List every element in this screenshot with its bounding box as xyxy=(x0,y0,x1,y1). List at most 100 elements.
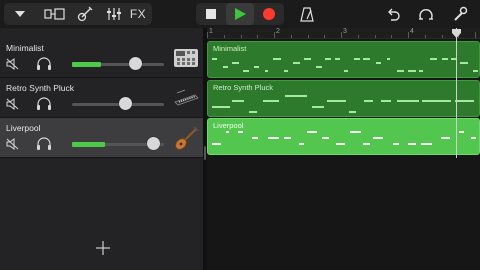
midi-note xyxy=(312,106,324,108)
midi-note xyxy=(454,100,474,102)
ruler-tick xyxy=(324,35,326,38)
midi-note xyxy=(267,137,280,139)
metronome-button[interactable] xyxy=(295,3,319,25)
track-header-minimalist[interactable]: Minimalist xyxy=(0,38,207,78)
level-meter xyxy=(72,62,102,67)
playhead-handle[interactable] xyxy=(451,28,462,39)
midi-note xyxy=(325,58,332,60)
mixer-button[interactable] xyxy=(102,3,126,25)
track-header-retro-synth-pluck[interactable]: Retro Synth Pluck xyxy=(0,78,207,118)
midi-note xyxy=(298,143,304,145)
midi-note xyxy=(232,100,245,102)
volume-knob[interactable] xyxy=(128,57,142,70)
guitar-icon xyxy=(77,6,93,22)
mute-speaker-icon[interactable] xyxy=(6,138,20,150)
midi-note xyxy=(349,111,357,113)
midi-note xyxy=(326,100,347,102)
headphones-icon[interactable] xyxy=(36,57,52,71)
play-button[interactable] xyxy=(226,3,254,25)
midi-note xyxy=(387,58,391,60)
undo-button[interactable] xyxy=(381,3,405,25)
mute-speaker-icon[interactable] xyxy=(6,58,20,70)
track-header-liverpool[interactable]: Liverpool xyxy=(0,118,207,158)
midi-note xyxy=(336,143,345,145)
midi-note xyxy=(418,70,423,72)
record-icon xyxy=(263,8,275,20)
fx-button[interactable]: FX xyxy=(126,3,150,25)
midi-note xyxy=(283,70,289,72)
midi-note xyxy=(392,143,399,145)
loop-browser-button[interactable] xyxy=(414,3,438,25)
midi-note xyxy=(212,58,217,60)
ruler-tick xyxy=(357,35,359,38)
midi-note xyxy=(284,137,292,139)
track-name: Retro Synth Pluck xyxy=(6,83,75,93)
midi-note xyxy=(321,137,329,139)
midi-note xyxy=(441,58,448,60)
headphones-icon[interactable] xyxy=(36,137,52,151)
midi-note xyxy=(249,111,258,113)
timeline[interactable]: 1 2 3 4 Minimalist Retro Synth Pluck Liv… xyxy=(207,28,480,270)
midi-note xyxy=(264,70,268,72)
splitter-grip[interactable] xyxy=(204,146,206,160)
volume-knob[interactable] xyxy=(119,97,133,110)
region-minimalist[interactable]: Minimalist xyxy=(207,41,480,78)
ruler-tick xyxy=(475,32,476,38)
midi-note xyxy=(316,66,322,68)
level-meter xyxy=(72,142,106,147)
synth-icon[interactable] xyxy=(172,84,200,112)
ruler-bar-number: 3 xyxy=(343,28,347,35)
stop-icon xyxy=(206,9,216,19)
region-retro-synth-pluck[interactable]: Retro Synth Pluck xyxy=(207,80,480,117)
view-toggle-button[interactable] xyxy=(40,3,70,25)
midi-note xyxy=(421,143,433,145)
bass-guitar-icon[interactable] xyxy=(172,124,200,152)
region-label: Minimalist xyxy=(213,44,247,53)
headphones-icon[interactable] xyxy=(36,97,52,111)
wrench-icon xyxy=(454,6,468,21)
midi-note xyxy=(472,70,478,72)
midi-note xyxy=(223,66,229,68)
stop-button[interactable] xyxy=(198,3,224,25)
track-headers: Minimalist Retro Synth Pluck Liverpool xyxy=(0,28,207,270)
drum-machine-icon[interactable] xyxy=(172,44,200,72)
play-icon xyxy=(235,8,246,20)
midi-note xyxy=(212,106,230,108)
ruler-tick xyxy=(391,35,393,38)
midi-note xyxy=(262,100,279,102)
midi-note xyxy=(304,58,311,60)
mute-speaker-icon[interactable] xyxy=(6,98,20,110)
bar-ruler[interactable]: 1 2 3 4 xyxy=(207,28,480,39)
midi-note xyxy=(343,70,348,72)
track-name: Minimalist xyxy=(6,43,44,53)
volume-slider[interactable] xyxy=(72,137,164,150)
midi-note xyxy=(334,58,340,60)
midi-note xyxy=(293,62,301,64)
volume-slider[interactable] xyxy=(72,97,164,110)
chevron-down-icon xyxy=(15,11,25,17)
midi-note xyxy=(408,70,417,72)
midi-note xyxy=(429,58,438,60)
instrument-button[interactable] xyxy=(72,3,98,25)
dropdown-button[interactable] xyxy=(4,3,36,25)
mixer-sliders-icon xyxy=(107,8,121,20)
playhead-line[interactable] xyxy=(456,28,457,158)
volume-slider[interactable] xyxy=(72,57,164,70)
toolbar-left-group: FX xyxy=(4,3,152,25)
midi-note xyxy=(397,70,404,72)
region-label: Retro Synth Pluck xyxy=(213,83,274,92)
region-liverpool[interactable]: Liverpool xyxy=(207,118,480,155)
ruler-tick xyxy=(374,35,376,38)
plus-icon xyxy=(96,241,110,255)
ruler-tick xyxy=(307,35,309,38)
midi-note xyxy=(375,62,382,64)
record-button[interactable] xyxy=(256,3,282,25)
midi-note xyxy=(458,131,465,133)
volume-knob[interactable] xyxy=(146,137,160,150)
add-track-button[interactable] xyxy=(95,240,111,261)
ruler-bar-number: 1 xyxy=(209,28,213,35)
metronome-icon xyxy=(300,7,314,22)
midi-note xyxy=(254,66,259,68)
midi-note xyxy=(450,58,456,60)
settings-button[interactable] xyxy=(448,3,472,25)
